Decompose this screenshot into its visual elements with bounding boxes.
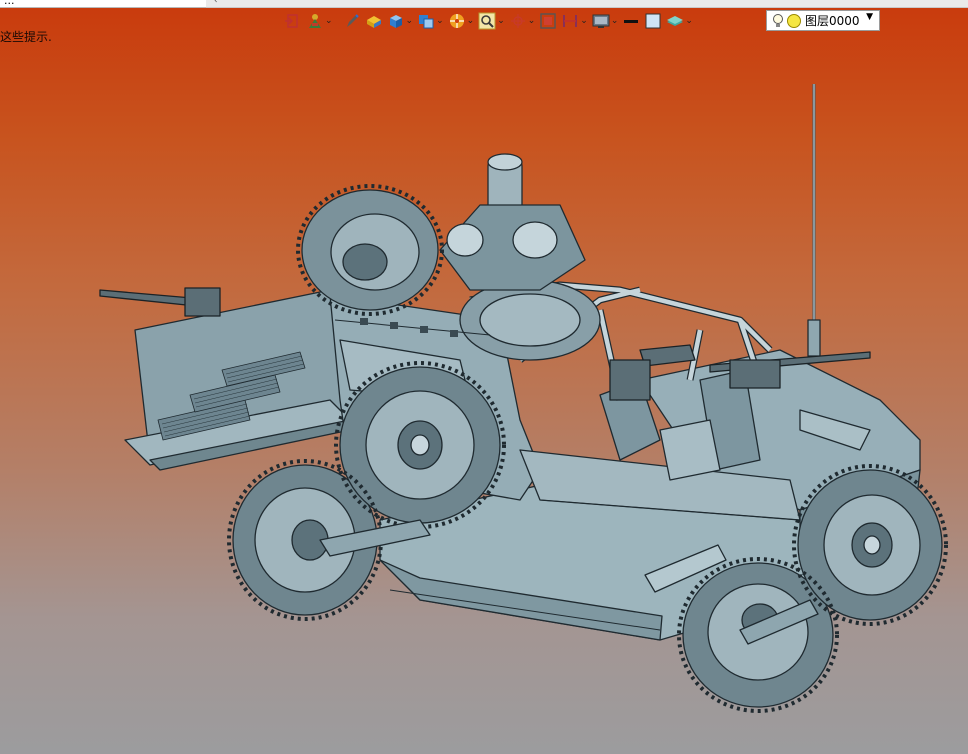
crosshair-icon	[509, 12, 527, 30]
layer-select[interactable]: 图层0000 ▼	[766, 10, 880, 31]
lightbulb-icon[interactable]	[772, 13, 784, 29]
exit-sketch-icon	[284, 12, 302, 30]
chevron-down-icon[interactable]: ⌄	[406, 16, 414, 26]
wheel-spare	[301, 189, 439, 311]
crosshair-button[interactable]: ⌄	[509, 10, 536, 32]
exit-sketch-button[interactable]	[284, 10, 302, 32]
constraint-button[interactable]: ⌄	[306, 10, 333, 32]
zoom-button[interactable]: ⌄	[478, 10, 505, 32]
layer-visible-icon[interactable]	[787, 13, 801, 28]
dropdown-arrow-icon[interactable]: ▼	[866, 12, 873, 22]
cube-button[interactable]: ⌄	[387, 10, 414, 32]
chevron-down-icon[interactable]: ⌄	[685, 16, 693, 26]
tab-strip: ‹	[206, 0, 968, 8]
view-orient-icon	[417, 12, 435, 30]
chevron-down-icon[interactable]: ⌄	[467, 16, 475, 26]
line-color-button[interactable]	[622, 10, 640, 32]
layer-name: 图层0000	[805, 14, 860, 28]
line-color-icon	[622, 12, 640, 30]
layer-button[interactable]: ⌄	[666, 10, 693, 32]
tab-scroll-arrow-icon[interactable]: ‹	[214, 0, 218, 6]
document-tab-title: ...	[4, 0, 15, 7]
render-icon	[448, 12, 466, 30]
vehicle-model	[99, 84, 948, 713]
fit-button[interactable]	[539, 10, 557, 32]
block-button[interactable]	[365, 10, 383, 32]
fill-color-icon	[644, 12, 662, 30]
display-button[interactable]: ⌄	[592, 10, 619, 32]
constraint-icon	[306, 12, 324, 30]
block-icon	[365, 12, 383, 30]
section-icon	[561, 12, 579, 30]
fit-icon	[539, 12, 557, 30]
chevron-down-icon[interactable]: ⌄	[528, 16, 536, 26]
model-viewport[interactable]	[0, 40, 968, 754]
cube-icon	[387, 12, 405, 30]
section-button[interactable]: ⌄	[561, 10, 588, 32]
chevron-down-icon[interactable]: ⌄	[611, 16, 619, 26]
chevron-down-icon[interactable]: ⌄	[325, 16, 333, 26]
render-button[interactable]: ⌄	[448, 10, 475, 32]
chevron-down-icon[interactable]: ⌄	[497, 16, 505, 26]
chevron-down-icon[interactable]: ⌄	[436, 16, 444, 26]
layer-icon	[666, 12, 684, 30]
heads-up-toolbar: ⌄ ⌄ ⌄ ⌄ ⌄ ⌄ ⌄ ⌄ ⌄	[284, 9, 697, 33]
view-orient-button[interactable]: ⌄	[417, 10, 444, 32]
display-icon	[592, 12, 610, 30]
chevron-down-icon[interactable]: ⌄	[580, 16, 588, 26]
pen-icon	[343, 12, 361, 30]
pen-button[interactable]	[343, 10, 361, 32]
fill-color-button[interactable]	[644, 10, 662, 32]
document-tab[interactable]: ...	[0, 0, 210, 8]
zoom-icon	[478, 12, 496, 30]
